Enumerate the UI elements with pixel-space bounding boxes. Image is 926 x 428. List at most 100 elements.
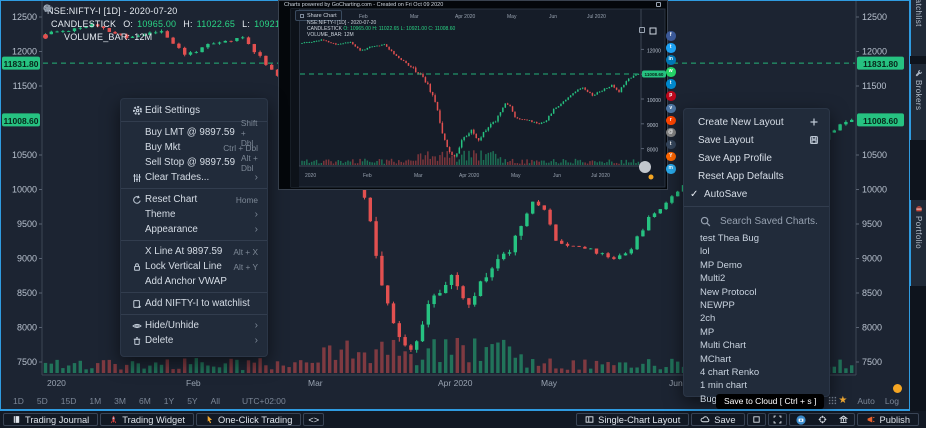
saved-chart-item[interactable]: 4 chart Renko [684,366,829,379]
share-pinterest-icon[interactable]: p [666,91,676,101]
one-click-trading-label: One-Click Trading [218,415,292,425]
brokers-tab-label: Brokers [914,80,923,110]
menu-item-create-new-layout[interactable]: Create New Layout [684,113,829,131]
share-messenger-icon[interactable]: m [666,164,676,174]
menu-item-appearance[interactable]: Appearance › [121,222,267,237]
favorite-star-icon[interactable]: ★ [838,396,847,406]
saved-chart-item[interactable]: test Thea Bug [684,232,829,245]
menu-item-reset-chart[interactable]: Reset Chart Home [121,192,267,207]
menu-item-delete[interactable]: Delete › [121,333,267,348]
svg-text:9000: 9000 [647,123,658,129]
log-scale-toggle[interactable]: Log [885,396,899,406]
menu-item-sell-stop[interactable]: Sell Stop @ 9897.59 Alt + Dbl [121,155,267,170]
snapshot-button[interactable] [791,414,811,425]
share-telegram-icon[interactable]: t [666,79,676,89]
timezone-label[interactable]: UTC+02:00 [242,396,286,406]
single-chart-layout-label: Single-Chart Layout [598,415,680,425]
low-label: L: [242,19,250,29]
menu-item-lock-vertical-line[interactable]: Lock Vertical Line Alt + Y [121,259,267,274]
save-button[interactable]: Save [691,413,744,426]
share-vk-icon[interactable]: v [666,104,676,114]
saved-chart-item[interactable]: Multi Chart [684,339,829,352]
saved-charts-search[interactable]: Search Saved Charts. [684,210,829,232]
svg-text:10000: 10000 [862,185,887,195]
crosshair-button[interactable] [813,414,832,425]
trading-widget-button[interactable]: Trading Widget [100,413,194,426]
share-twitter-icon[interactable]: t [666,43,676,53]
range-button-3m[interactable]: 3M [114,396,126,406]
svg-text:Feb: Feb [186,378,201,388]
menu-item-buy-lmt[interactable]: Buy LMT @ 9897.59 Shift + Dbl [121,125,267,140]
popup-edit-icon[interactable] [656,2,661,7]
saved-chart-item[interactable]: MP Demo [684,259,829,272]
menu-item-hide-unhide[interactable]: Hide/Unhide › [121,318,267,333]
menu-item-save-app-profile[interactable]: Save App Profile [684,149,829,167]
menu-item-add-anchor-vwap[interactable]: Add Anchor VWAP [121,274,267,289]
expand-icon [773,415,782,424]
volume-study-name: VOLUME_BAR: [64,32,130,42]
share-facebook-icon[interactable]: f [666,31,676,41]
saved-chart-item[interactable]: MP [684,326,829,339]
symbol-title[interactable]: NSE:NIFTY-I [1D] - 2020-07-20 [47,6,178,16]
search-placeholder: Search Saved Charts. [720,216,818,227]
screenshot-frame-button[interactable] [747,413,766,426]
menu-item-save-layout[interactable]: Save Layout [684,131,829,149]
svg-text:Mar: Mar [414,173,423,179]
svg-text:7500: 7500 [17,357,37,367]
code-snippet-button[interactable]: <> [303,413,324,426]
trading-journal-button[interactable]: Trading Journal [3,413,98,426]
share-linkedin-icon[interactable]: in [666,55,676,65]
one-click-trading-button[interactable]: One-Click Trading [196,413,301,426]
svg-text:Apr 2020: Apr 2020 [459,173,480,179]
menu-item-x-line[interactable]: X Line At 9897.59 Alt + X [121,244,267,259]
saved-chart-item[interactable]: 2ch [684,312,829,325]
submenu-chevron-icon: › [255,335,258,346]
exchange-button[interactable] [834,414,853,425]
menu-item-add-to-watchlist[interactable]: Add NIFTY-I to watchlist [121,296,267,311]
svg-text:8000: 8000 [862,323,882,333]
notification-dot[interactable] [893,384,902,393]
range-button-1y[interactable]: 1Y [164,396,174,406]
range-button-all[interactable]: All [211,396,220,406]
saved-chart-item[interactable]: Multi2 [684,272,829,285]
popup-collapse-icon[interactable] [639,27,645,33]
saved-chart-item[interactable]: lol [684,245,829,258]
share-hackernews-icon[interactable]: Y [666,152,676,162]
tab-watchlist[interactable]: Watchlist [910,0,926,56]
alert-dot-icon [43,34,48,39]
share-tumblr-icon[interactable]: t [666,140,676,150]
saved-chart-item[interactable]: New Protocol [684,286,829,299]
range-button-5d[interactable]: 5D [37,396,48,406]
auto-scale-toggle[interactable]: Auto [857,396,875,406]
saved-chart-item[interactable]: MChart [684,353,829,366]
layout-menu: Create New Layout Save Layout Save App P… [683,108,830,397]
range-button-1d[interactable]: 1D [13,396,24,406]
chart-corner-tools: ★ Auto Log [828,396,899,406]
share-email-icon[interactable]: @ [666,128,676,138]
range-button-1m[interactable]: 1M [89,396,101,406]
menu-item-reset-app-defaults[interactable]: Reset App Defaults [684,167,829,185]
trading-app-window: 1250012500120001200011500115001050010500… [0,0,926,428]
share-reddit-icon[interactable]: r [666,116,676,126]
svg-text:11500: 11500 [862,81,886,91]
saved-chart-item[interactable]: NEWPP [684,299,829,312]
publish-button[interactable]: Publish [857,413,920,426]
share-whatsapp-icon[interactable]: w [666,67,676,77]
social-share-column: ftinwtpvr@tYm [666,31,676,174]
menu-item-clear-trades[interactable]: Clear Trades... › [121,170,267,185]
menu-item-edit-settings[interactable]: Edit Settings [121,103,267,118]
saved-chart-item[interactable]: 1 min chart [684,379,829,392]
layout-icon [585,415,594,424]
menu-item-autosave[interactable]: ✓ AutoSave [684,185,829,203]
tab-brokers[interactable]: Brokers [910,64,926,140]
range-button-6m[interactable]: 6M [139,396,151,406]
menu-item-theme[interactable]: Theme › [121,207,267,222]
range-button-15d[interactable]: 15D [61,396,77,406]
publish-label: Publish [880,415,911,425]
tab-portfolio[interactable]: Portfolio [910,200,926,286]
range-button-5y[interactable]: 5Y [187,396,197,406]
fullscreen-button[interactable] [768,413,787,426]
single-chart-layout-button[interactable]: Single-Chart Layout [576,413,689,426]
search-icon [700,216,711,227]
svg-text:Jun: Jun [549,14,557,20]
